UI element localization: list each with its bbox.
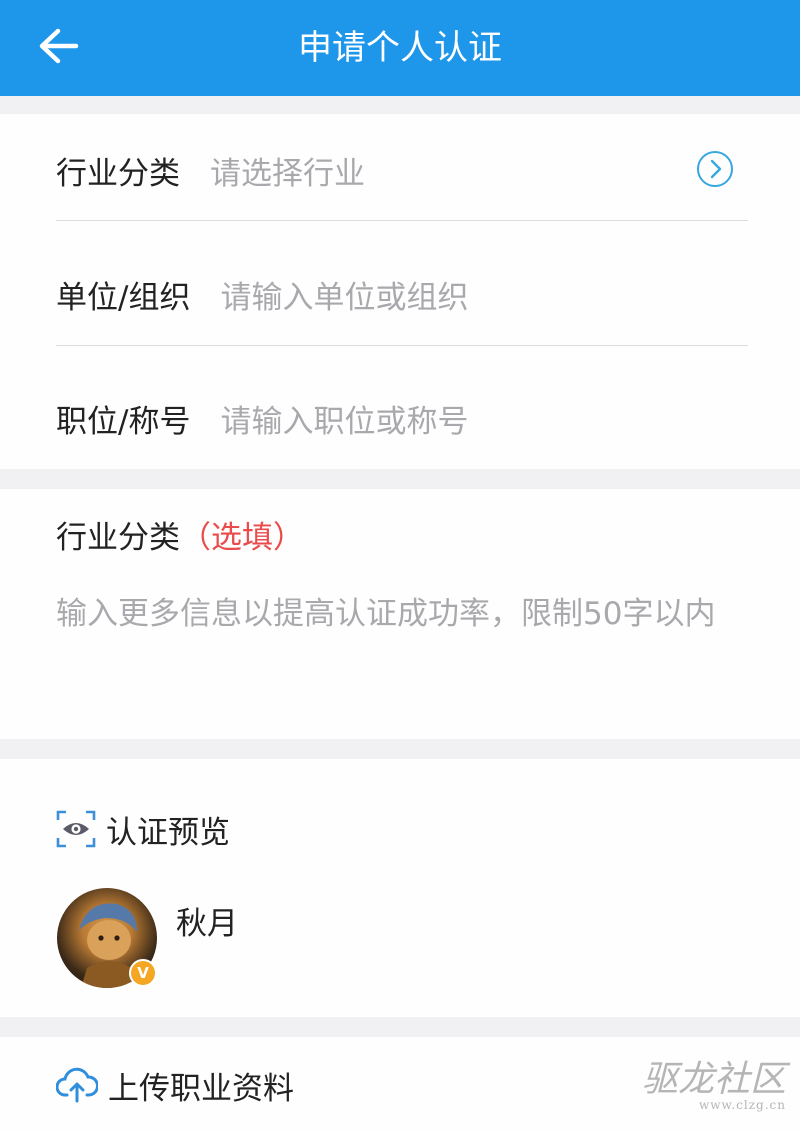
info-form-card: 行业分类 请选择行业 单位/组织 请输入单位或组织 职位/称号 请输入职位或称号 [0, 114, 800, 469]
organization-field[interactable]: 单位/组织 请输入单位或组织 [56, 238, 748, 350]
optional-section-title: 行业分类（选填） [56, 512, 304, 557]
upload-label: 上传职业资料 [108, 1070, 294, 1107]
organization-label: 单位/组织 [56, 279, 191, 316]
position-field[interactable]: 职位/称号 请输入职位或称号 [56, 362, 748, 474]
watermark-logo: 驱龙社区 www.clzg.cn [626, 1050, 786, 1112]
verified-badge: V [129, 959, 157, 987]
industry-placeholder: 请选择行业 [210, 155, 365, 192]
preview-header: 认证预览 [56, 806, 230, 852]
username: 秋月 [176, 906, 238, 942]
divider [56, 345, 748, 346]
upload-documents-button[interactable]: 上传职业资料 [56, 1062, 294, 1108]
chevron-right-circle-icon[interactable] [696, 150, 734, 188]
watermark-url: www.clzg.cn [698, 1098, 786, 1112]
position-input[interactable]: 请输入职位或称号 [220, 396, 468, 441]
optional-section-label: 行业分类 [56, 520, 180, 556]
page-title: 申请个人认证 [298, 28, 502, 68]
organization-input[interactable]: 请输入单位或组织 [220, 272, 468, 317]
top-app-bar: 申请个人认证 [0, 0, 800, 96]
cloud-upload-icon [56, 1067, 98, 1103]
position-label: 职位/称号 [56, 403, 191, 440]
watermark-text: 驱龙社区 [641, 1059, 786, 1100]
optional-tag: （选填） [180, 520, 304, 556]
description-textarea[interactable]: 输入更多信息以提高认证成功率，限制50字以内 [56, 590, 756, 638]
industry-select-row[interactable]: 行业分类 请选择行业 [56, 114, 748, 226]
preview-title: 认证预览 [106, 814, 230, 851]
industry-label: 行业分类 [56, 155, 180, 192]
eye-scan-icon [56, 810, 96, 848]
divider [56, 220, 748, 221]
